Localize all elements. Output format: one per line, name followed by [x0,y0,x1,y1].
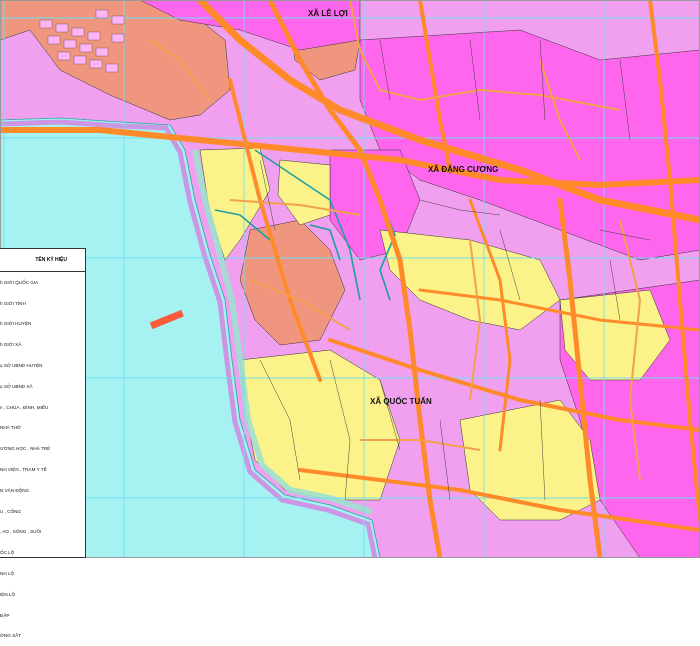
legend-item-label: ỐC LỘ [0,550,15,556]
land-use-map[interactable]: XÃ LÊ LỢI XÃ ĐẶNG CƯƠNG XÃ QUỐC TUẤN [0,0,700,558]
legend-item: h GIỚI HUYỆN [0,314,85,335]
legend-item-label: , AO , SÔNG , SUỐI [0,529,42,535]
legend-item: ƯỜNG HỌC , NHÀ TRẺ [0,438,85,459]
legend-item: NHÀ THỜ [0,418,85,439]
legend-item: IỆN LỘ [0,584,85,605]
legend-item: ỐC LỘ [0,542,85,563]
legend-item: ỜNG SẮT [0,626,85,646]
legend-item: h GIỚI XÃ [0,334,85,355]
legend-item-label: ụ SỞ UBND XÃ [0,383,33,389]
legend-item-label: h GIỚI XÃ [0,342,22,348]
legend-item: N VẬN ĐỘNG [0,480,85,501]
legend-item-label: N VẬN ĐỘNG [0,487,30,493]
label-xa-quoc-tuan: XÃ QUỐC TUẤN [370,396,432,406]
label-xa-dang-cuong: XÃ ĐẶNG CƯƠNG [428,165,498,174]
legend-item-label: ĐẬP [0,612,10,618]
legend-list: h GIỚI QUỐC GIA h GIỚI TỈNH h GIỚI HUYỆN h … [0,272,85,646]
label-xa-le-loi: XÃ LÊ LỢI [308,9,348,18]
legend-item-label: NHÀ THỜ [0,425,21,431]
legend-item-label: ỜNG SẮT [0,633,22,639]
legend-item-label: h GIỚI TỈNH [0,300,26,306]
legend-item: NH LỘ [0,563,85,584]
legend-item-label: n , CHÙA , ĐÌNH, MIẾU [0,404,49,410]
legend-item: ụ SỞ UBND XÃ [0,376,85,397]
legend-item-label: h GIỚI QUỐC GIA [0,279,39,285]
legend-item-label: NH VIỆN , TRẠM Y TẾ [0,467,47,473]
legend-item-label: ƯỜNG HỌC , NHÀ TRẺ [0,446,51,452]
legend-item: NH VIỆN , TRẠM Y TẾ [0,459,85,480]
legend-item: , AO , SÔNG , SUỐI [0,522,85,543]
legend-item: n , CHÙA , ĐÌNH, MIẾU [0,397,85,418]
legend-item-label: NH LỘ [0,571,15,577]
legend-item-label: ụ SỞ UBND HUYỆN [0,363,43,369]
legend-item: ụ SỞ UBND HUYỆN [0,355,85,376]
legend-title: TÊN KÝ HIỆU [0,249,85,272]
legend-item-label: U , CỐNG [0,508,21,514]
legend-item: h GIỚI TỈNH [0,293,85,314]
legend-item-label: IỆN LỘ [0,591,16,597]
legend-item: h GIỚI QUỐC GIA [0,272,85,293]
legend-panel: TÊN KÝ HIỆU h GIỚI QUỐC GIA h GIỚI TỈNH h … [0,248,86,638]
legend-item: ĐẬP [0,605,85,626]
legend-item: U , CỐNG [0,501,85,522]
legend-item-label: h GIỚI HUYỆN [0,321,32,327]
